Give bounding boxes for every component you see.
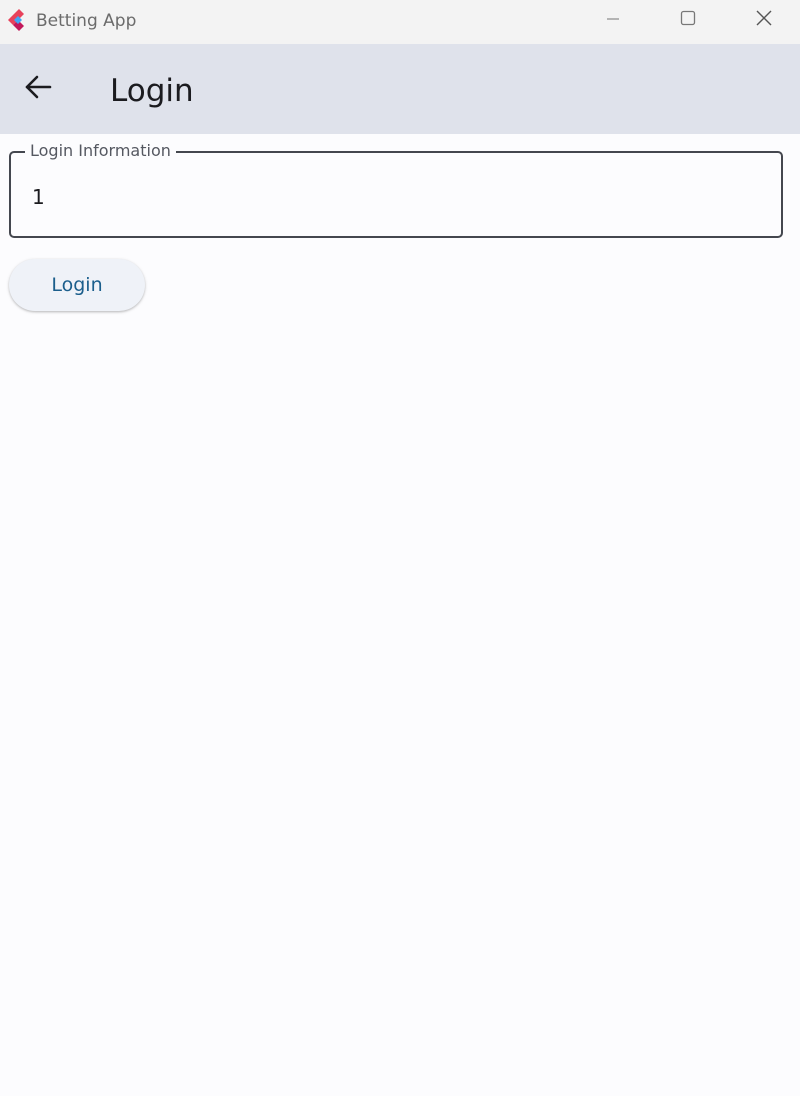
app-bar: Login	[0, 44, 800, 134]
maximize-button[interactable]	[665, 0, 711, 40]
login-information-label: Login Information	[25, 141, 176, 161]
back-button[interactable]	[18, 69, 58, 109]
window-title: Betting App	[36, 11, 137, 31]
close-icon	[756, 10, 772, 30]
close-button[interactable]	[741, 0, 787, 40]
page-title: Login	[110, 73, 194, 109]
login-information-field[interactable]: Login Information 1	[9, 141, 783, 238]
flutter-logo-icon	[7, 9, 25, 31]
app-window: Betting App Login Login Information 1 Lo…	[0, 0, 800, 1096]
minimize-icon	[606, 11, 620, 30]
window-titlebar[interactable]: Betting App	[0, 0, 800, 44]
minimize-button[interactable]	[590, 0, 636, 40]
login-button[interactable]: Login	[9, 259, 145, 311]
login-information-input[interactable]: 1	[32, 185, 45, 209]
maximize-icon	[680, 10, 696, 30]
arrow-left-icon	[24, 73, 52, 105]
